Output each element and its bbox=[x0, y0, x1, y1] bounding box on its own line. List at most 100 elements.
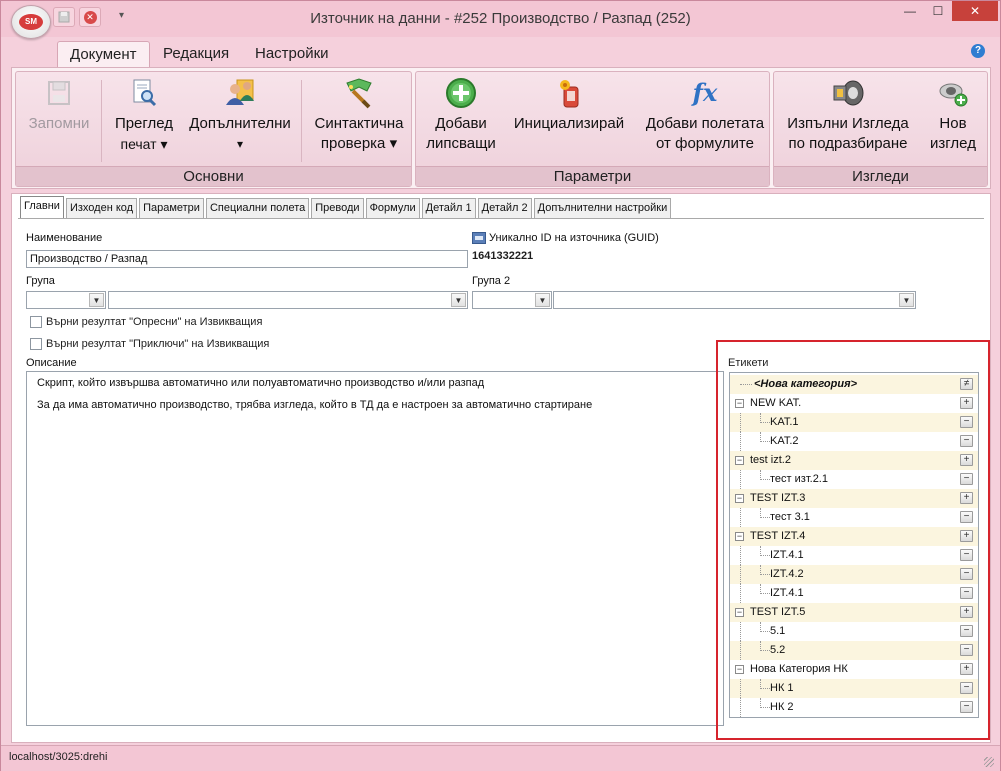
close-button[interactable]: ✕ bbox=[952, 1, 998, 21]
chevron-down-icon[interactable]: ▼ bbox=[899, 293, 914, 307]
tag-category-row[interactable]: − TEST IZT.4 + bbox=[730, 527, 978, 546]
remove-icon[interactable]: − bbox=[960, 435, 973, 447]
tag-category-label: TEST IZT.3 bbox=[750, 492, 806, 504]
tab-parameters[interactable]: Параметри bbox=[139, 198, 204, 218]
add-icon[interactable]: + bbox=[960, 492, 973, 504]
save-button[interactable]: Запомни bbox=[22, 76, 96, 168]
new-view-label-1: Нов bbox=[939, 115, 967, 132]
chevron-down-icon[interactable]: ▼ bbox=[89, 293, 104, 307]
remove-icon[interactable]: − bbox=[960, 473, 973, 485]
group-code-dropdown[interactable]: ▼ bbox=[26, 291, 106, 309]
tag-item-row[interactable]: IZT.4.1 − bbox=[730, 584, 978, 603]
help-icon[interactable]: ? bbox=[971, 44, 985, 58]
tag-category-row[interactable]: − test izt.2 + bbox=[730, 451, 978, 470]
tag-item-row[interactable]: KAT.2 − bbox=[730, 432, 978, 451]
print-preview-label-1: Преглед bbox=[114, 115, 174, 132]
tag-item-row[interactable]: 5.1 − bbox=[730, 622, 978, 641]
tab-detail-1[interactable]: Детайл 1 bbox=[421, 198, 476, 218]
tag-item-label: KAT.2 bbox=[770, 435, 799, 447]
group-name-dropdown[interactable]: ▼ bbox=[108, 291, 468, 309]
main-window: SM ✕ ▾ Източник на данни - #252 Производ… bbox=[0, 0, 1001, 771]
tag-category-row[interactable]: − NEW KAT. + bbox=[730, 394, 978, 413]
remove-icon[interactable]: − bbox=[960, 625, 973, 637]
chevron-down-icon[interactable]: ▼ bbox=[451, 293, 466, 307]
tag-item-row[interactable]: тест 3.1 − bbox=[730, 508, 978, 527]
initialize-button[interactable]: Инициализирай bbox=[508, 76, 630, 168]
tag-item-label: тест изт.2.1 bbox=[770, 473, 828, 485]
maximize-button[interactable]: ☐ bbox=[924, 1, 952, 21]
return-refresh-checkbox[interactable]: Върни резултат "Опресни" на Извикващия bbox=[30, 316, 262, 328]
syntax-check-button[interactable]: Синтактична проверка ▾ bbox=[308, 76, 410, 168]
tab-formulas[interactable]: Формули bbox=[365, 198, 420, 218]
print-preview-icon bbox=[127, 76, 161, 110]
add-icon[interactable]: + bbox=[960, 454, 973, 466]
collapse-icon[interactable]: − bbox=[735, 532, 744, 541]
tag-item-row[interactable]: тест изт.2.1 − bbox=[730, 470, 978, 489]
chevron-down-icon[interactable]: ▼ bbox=[535, 293, 550, 307]
tag-item-row[interactable]: KAT.1 − bbox=[730, 413, 978, 432]
add-icon[interactable]: + bbox=[960, 606, 973, 618]
ribbon-tab-document[interactable]: Документ bbox=[57, 41, 150, 67]
print-preview-button[interactable]: Преглед печат ▾ bbox=[108, 76, 180, 168]
collapse-icon[interactable]: − bbox=[735, 494, 744, 503]
tab-source-code[interactable]: Изходен код bbox=[65, 198, 138, 218]
collapse-icon[interactable]: − bbox=[735, 608, 744, 617]
new-category-row[interactable]: <Нова категория> ≠ bbox=[730, 375, 978, 394]
tab-additional-settings[interactable]: Допълнителни настройки bbox=[533, 198, 672, 218]
remove-icon[interactable]: − bbox=[960, 511, 973, 523]
tag-item-label: KAT.1 bbox=[770, 416, 799, 428]
remove-icon[interactable]: − bbox=[960, 549, 973, 561]
add-circle-icon bbox=[444, 76, 478, 110]
add-icon[interactable]: + bbox=[960, 663, 973, 675]
ribbon-group-views: Изпълни Изгледа по подразбиране Нов изгл… bbox=[773, 71, 988, 187]
remove-icon[interactable]: − bbox=[960, 644, 973, 656]
name-input[interactable] bbox=[26, 250, 468, 268]
add-formula-fields-label-2: от формулите bbox=[656, 135, 754, 152]
new-view-button[interactable]: Нов изглед bbox=[922, 76, 984, 168]
checkbox-box[interactable] bbox=[30, 316, 42, 328]
tab-translations[interactable]: Преводи bbox=[311, 198, 364, 218]
remove-icon[interactable]: − bbox=[960, 416, 973, 428]
description-textarea[interactable]: Скрипт, който извършва автоматично или п… bbox=[26, 371, 724, 726]
add-missing-button[interactable]: Добави липсващи bbox=[420, 76, 502, 168]
group2-code-dropdown[interactable]: ▼ bbox=[472, 291, 552, 309]
group2-name-dropdown[interactable]: ▼ bbox=[553, 291, 916, 309]
checkbox-box[interactable] bbox=[30, 338, 42, 350]
remove-icon[interactable]: − bbox=[960, 587, 973, 599]
edit-icon[interactable]: ≠ bbox=[960, 378, 973, 390]
tag-category-row[interactable]: − Нова Категория НК + bbox=[730, 660, 978, 679]
tag-item-row[interactable]: 5.2 − bbox=[730, 641, 978, 660]
tag-item-label: IZT.4.1 bbox=[770, 587, 804, 599]
tab-special-fields[interactable]: Специални полета bbox=[205, 198, 310, 218]
remove-icon[interactable]: − bbox=[960, 701, 973, 713]
tag-item-row[interactable]: IZT.4.1 − bbox=[730, 546, 978, 565]
remove-icon[interactable]: − bbox=[960, 682, 973, 694]
tag-item-row[interactable]: IZT.4.2 − bbox=[730, 565, 978, 584]
add-icon[interactable]: + bbox=[960, 530, 973, 542]
tag-category-row[interactable]: − TEST IZT.3 + bbox=[730, 489, 978, 508]
tags-tree[interactable]: <Нова категория> ≠ − NEW KAT. + KAT.1− KAT.2… bbox=[729, 372, 979, 718]
collapse-icon[interactable]: − bbox=[735, 399, 744, 408]
add-formula-fields-button[interactable]: fx Добави полетата от формулите bbox=[640, 76, 770, 168]
run-default-view-button[interactable]: Изпълни Изгледа по подразбиране bbox=[778, 76, 918, 168]
ribbon-tab-edit[interactable]: Редакция bbox=[151, 41, 241, 67]
run-default-view-label-1: Изпълни Изгледа bbox=[787, 115, 909, 132]
initialize-label: Инициализирай bbox=[513, 115, 625, 132]
return-finish-checkbox[interactable]: Върни резултат "Приключи" на Извикващия bbox=[30, 338, 269, 350]
tab-main[interactable]: Главни bbox=[20, 196, 64, 218]
tag-category-label: test izt.2 bbox=[750, 454, 791, 466]
collapse-icon[interactable]: − bbox=[735, 456, 744, 465]
tag-item-row[interactable]: НК 2 − bbox=[730, 698, 978, 717]
title-bar: SM ✕ ▾ Източник на данни - #252 Производ… bbox=[1, 1, 1000, 39]
tabs-divider bbox=[18, 218, 984, 219]
tab-detail-2[interactable]: Детайл 2 bbox=[477, 198, 532, 218]
add-icon[interactable]: + bbox=[960, 397, 973, 409]
remove-icon[interactable]: − bbox=[960, 568, 973, 580]
tag-category-row[interactable]: − TEST IZT.5 + bbox=[730, 603, 978, 622]
collapse-icon[interactable]: − bbox=[735, 665, 744, 674]
ribbon-tab-settings[interactable]: Настройки bbox=[243, 41, 341, 67]
tag-item-row[interactable]: НК 1 − bbox=[730, 679, 978, 698]
additional-button[interactable]: Допълнителни ▾ bbox=[184, 76, 296, 168]
minimize-button[interactable]: — bbox=[896, 1, 924, 21]
resize-grip-icon[interactable] bbox=[984, 757, 994, 767]
